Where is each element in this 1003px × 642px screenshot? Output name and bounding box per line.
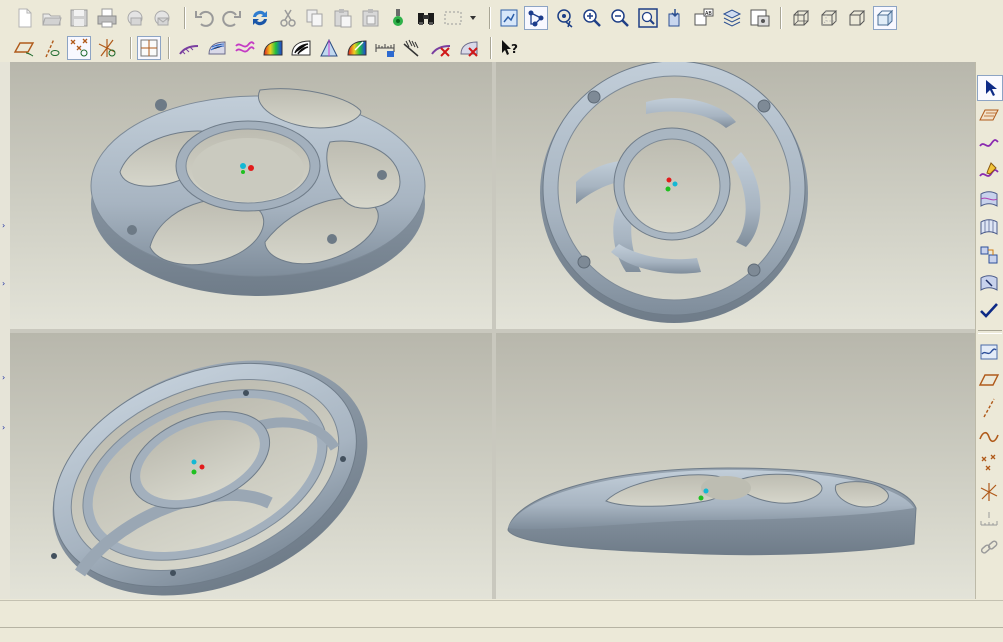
grille-model — [540, 62, 808, 323]
regenerate-manager-icon[interactable] — [386, 6, 410, 30]
print-icon[interactable] — [95, 6, 119, 30]
datum-analysis-toolbar: ? — [0, 33, 1003, 63]
context-help-icon[interactable]: ? — [498, 36, 522, 60]
datum-planes-icon[interactable] — [12, 36, 36, 60]
datum-points-icon[interactable] — [67, 36, 91, 60]
zoom-out-icon[interactable] — [608, 6, 632, 30]
curve-icon[interactable] — [977, 131, 1003, 157]
send-mail-icon[interactable] — [123, 6, 147, 30]
view-manager-icon[interactable] — [748, 6, 772, 30]
rail-arrow-icon: › — [2, 221, 6, 230]
datum-point-icon[interactable] — [977, 452, 1003, 478]
section-analysis-icon[interactable] — [205, 36, 229, 60]
rail-arrow-icon: › — [2, 373, 6, 382]
connect-surface-icon[interactable] — [977, 243, 1003, 269]
save-icon[interactable] — [67, 6, 91, 30]
dimension-icon[interactable] — [373, 36, 397, 60]
shading-icon[interactable] — [873, 6, 897, 30]
grille-model — [507, 467, 917, 556]
datum-axis-icon[interactable] — [977, 396, 1003, 422]
no-hidden-icon[interactable] — [845, 6, 869, 30]
measure-icon[interactable] — [401, 36, 425, 60]
paste-icon[interactable] — [331, 6, 355, 30]
viewport-front[interactable] — [496, 62, 975, 329]
spline-icon[interactable] — [977, 424, 1003, 450]
hidden-line-icon[interactable] — [817, 6, 841, 30]
hide-analysis-icon[interactable] — [457, 36, 481, 60]
reorient-icon[interactable] — [664, 6, 688, 30]
find-binoculars-icon[interactable] — [414, 6, 438, 30]
viewport-bottom-iso[interactable] — [10, 333, 492, 599]
paste-special-icon[interactable] — [359, 6, 383, 30]
redo-icon[interactable] — [220, 6, 244, 30]
surface-icon[interactable] — [977, 187, 1003, 213]
curve-analysis-icon[interactable] — [177, 36, 201, 60]
datum-axes-icon[interactable] — [40, 36, 64, 60]
rail-arrow-icon: › — [2, 423, 6, 432]
layers-icon[interactable] — [720, 6, 744, 30]
select-arrow-icon[interactable] — [977, 75, 1003, 101]
reflection-analysis-icon[interactable] — [289, 36, 313, 60]
viewport-side[interactable] — [496, 333, 975, 599]
selection-box-icon[interactable] — [442, 6, 478, 30]
view-orient-icon[interactable] — [497, 6, 521, 30]
rail-arrow-icon: › — [2, 279, 6, 288]
zoom-in-icon[interactable] — [580, 6, 604, 30]
trim-surface-icon[interactable] — [977, 271, 1003, 297]
main-toolbar: AB — [0, 3, 1003, 33]
status-divider — [0, 627, 1003, 628]
feature-toolbar — [975, 62, 1003, 599]
grid-snap-icon[interactable] — [137, 36, 161, 60]
message-area — [0, 600, 1003, 642]
copy-icon[interactable] — [303, 6, 327, 30]
wireframe-icon[interactable] — [789, 6, 813, 30]
svg-text:?: ? — [511, 42, 518, 56]
chain-link-icon[interactable] — [977, 536, 1003, 562]
datum-plane-icon[interactable] — [977, 368, 1003, 394]
sketch-plane-icon[interactable] — [977, 103, 1003, 129]
offset-curve-icon[interactable] — [977, 340, 1003, 366]
curve-edit-icon[interactable] — [977, 159, 1003, 185]
offset-analysis-icon[interactable] — [233, 36, 257, 60]
cut-icon[interactable] — [276, 6, 300, 30]
coordinate-systems-icon[interactable] — [95, 36, 119, 60]
mail-icon[interactable] — [150, 6, 174, 30]
saved-views-icon[interactable]: AB — [692, 6, 716, 30]
message-line — [6, 605, 991, 623]
analysis-feature-icon[interactable] — [977, 508, 1003, 534]
surface-from-curves-icon[interactable] — [977, 215, 1003, 241]
graphics-window[interactable] — [10, 62, 975, 599]
model-tree-icon[interactable] — [524, 6, 548, 30]
draft-analysis-icon[interactable] — [345, 36, 369, 60]
new-file-icon[interactable] — [12, 6, 36, 30]
slope-analysis-icon[interactable] — [317, 36, 341, 60]
open-folder-icon[interactable] — [40, 6, 64, 30]
refit-icon[interactable] — [636, 6, 660, 30]
viewport-isometric[interactable] — [10, 62, 492, 329]
delete-analysis-icon[interactable] — [429, 36, 453, 60]
done-check-icon[interactable] — [977, 299, 1003, 325]
svg-text:AB: AB — [705, 11, 712, 17]
undo-icon[interactable] — [192, 6, 216, 30]
shade-analysis-icon[interactable] — [261, 36, 285, 60]
regenerate-icon[interactable] — [248, 6, 272, 30]
grille-model — [51, 360, 368, 596]
coordinate-system-icon[interactable] — [977, 480, 1003, 506]
grille-model — [90, 88, 426, 296]
spin-center-icon[interactable] — [553, 6, 577, 30]
